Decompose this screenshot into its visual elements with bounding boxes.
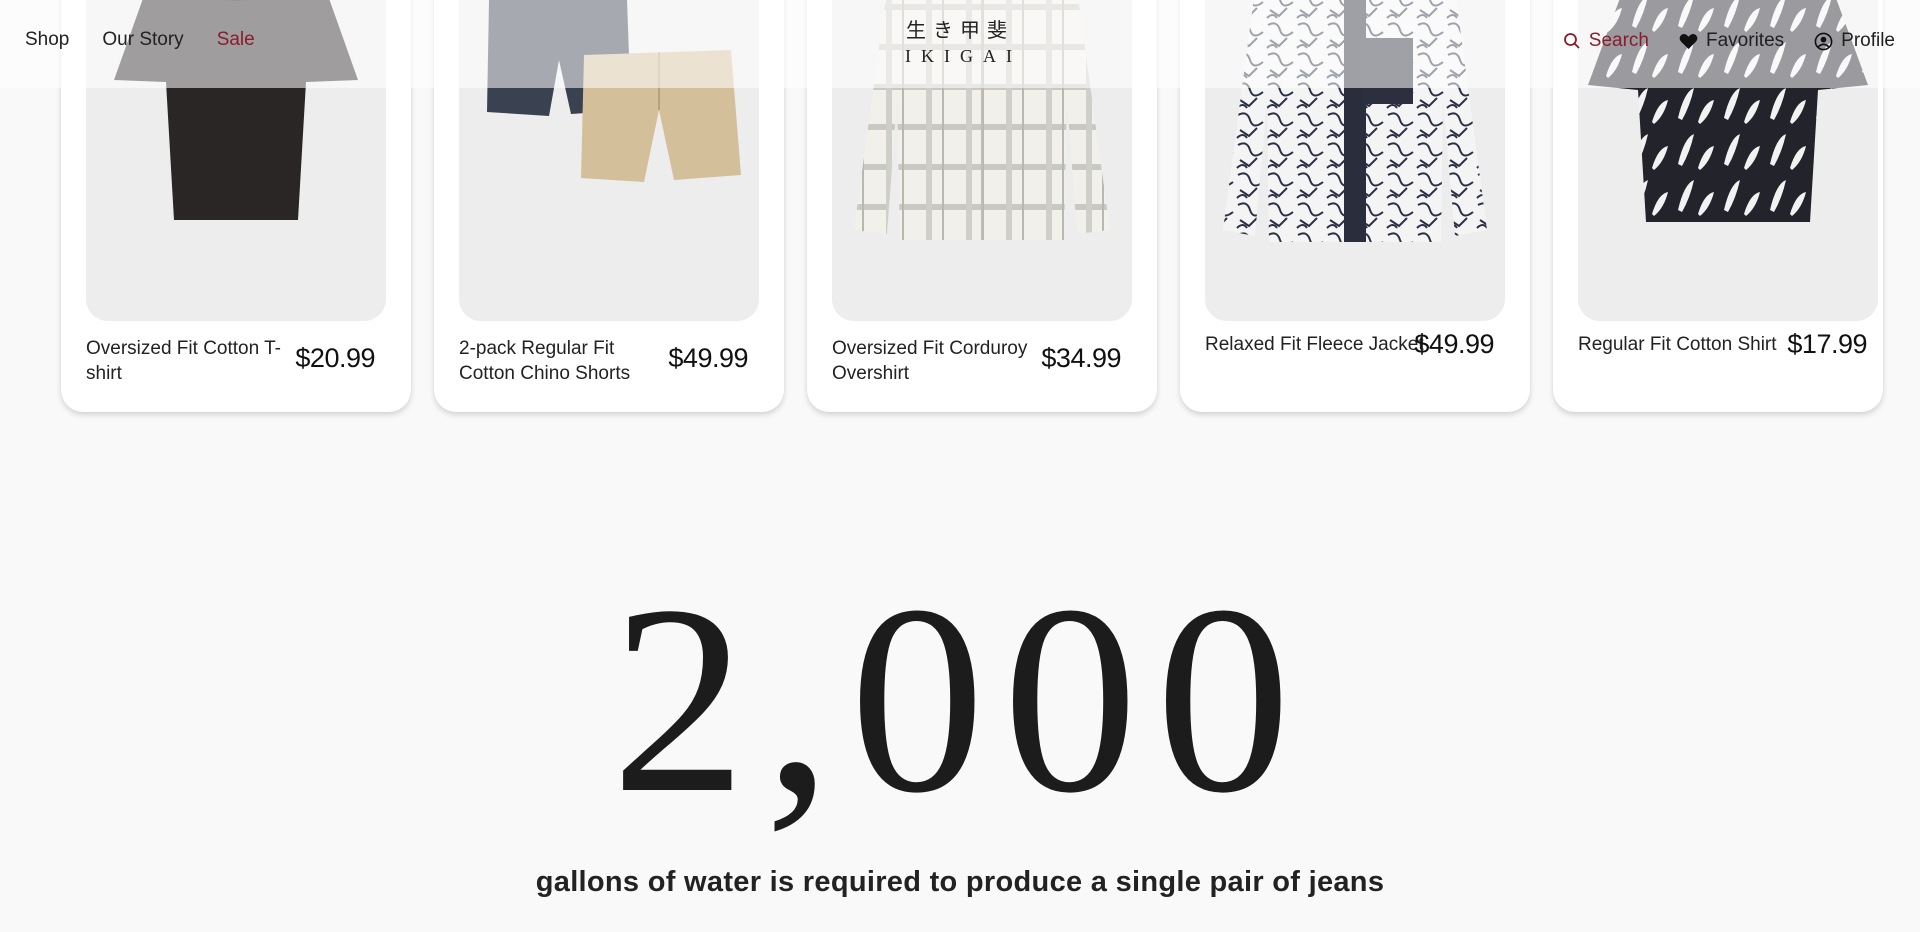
search-icon xyxy=(1563,32,1581,50)
product-price: $49.99 xyxy=(668,343,748,373)
profile-label: Profile xyxy=(1841,30,1895,51)
search-button[interactable]: Search xyxy=(1563,30,1649,52)
favorites-label: Favorites xyxy=(1706,30,1785,51)
nav-sale[interactable]: Sale xyxy=(217,29,255,51)
water-stat-number: 2,000 xyxy=(611,550,1309,849)
site-logo[interactable]: 生き甲斐 IKIGAI xyxy=(905,14,1015,67)
product-name[interactable]: Oversized Fit Cotton T-shirt xyxy=(86,336,286,386)
product-price: $20.99 xyxy=(295,343,375,373)
logo-kanji: 生き甲斐 xyxy=(906,18,1014,42)
primary-nav: Shop Our Story Sale xyxy=(25,29,255,51)
product-name[interactable]: Regular Fit Cotton Shirt xyxy=(1578,332,1808,357)
user-circle-icon xyxy=(1814,32,1833,51)
product-price: $34.99 xyxy=(1041,343,1121,373)
logo-wordmark: IKIGAI xyxy=(905,46,1022,66)
nav-shop[interactable]: Shop xyxy=(25,29,69,51)
utility-nav: Search Favorites Profile xyxy=(1563,30,1895,52)
site-header: Shop Our Story Sale 生き甲斐 IKIGAI Search F… xyxy=(0,0,1920,88)
product-name[interactable]: Oversized Fit Corduroy Overshirt xyxy=(832,336,1032,386)
page: Oversized Fit Cotton T-shirt $20.99 2-pa… xyxy=(0,0,1920,932)
heart-icon xyxy=(1679,33,1698,50)
product-price: $49.99 xyxy=(1414,329,1494,359)
search-label: Search xyxy=(1588,30,1649,51)
favorites-button[interactable]: Favorites xyxy=(1679,30,1784,52)
product-name[interactable]: 2-pack Regular Fit Cotton Chino Shorts xyxy=(459,336,659,386)
product-price: $17.99 xyxy=(1787,329,1867,359)
water-stat-caption: gallons of water is required to produce … xyxy=(535,866,1385,898)
profile-button[interactable]: Profile xyxy=(1814,30,1895,52)
product-name[interactable]: Relaxed Fit Fleece Jacket xyxy=(1205,332,1435,357)
nav-our-story[interactable]: Our Story xyxy=(102,29,183,51)
